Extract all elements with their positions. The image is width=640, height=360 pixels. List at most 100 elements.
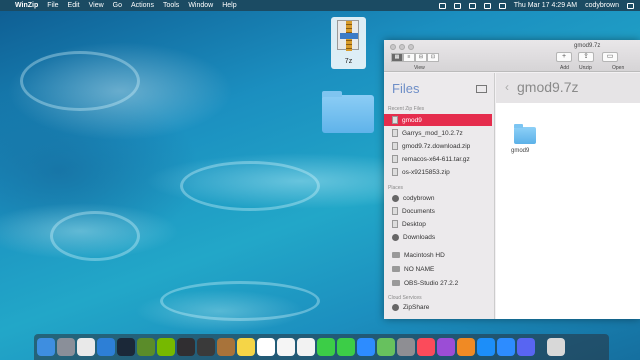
- open-button[interactable]: ▭: [602, 52, 618, 62]
- photos-dock-icon[interactable]: [297, 338, 315, 356]
- sidebar: Files Recent Zip Files gmod9 Garrys_mod_…: [384, 73, 495, 319]
- open-label: Open: [612, 65, 625, 71]
- place-item-documents[interactable]: Documents: [384, 205, 492, 217]
- place-item-downloads[interactable]: Downloads: [384, 231, 492, 243]
- archive-icon: [337, 20, 359, 51]
- obs-2-dock-icon[interactable]: [197, 338, 215, 356]
- close-button[interactable]: [390, 44, 396, 50]
- notes-dock-icon[interactable]: [237, 338, 255, 356]
- view-gallery-button[interactable]: ⊡: [427, 53, 439, 62]
- sidebar-header: Files: [392, 81, 420, 96]
- unzip-label: Unzip: [579, 65, 592, 71]
- menu-app-name[interactable]: WinZip: [15, 2, 38, 9]
- menu-window[interactable]: Window: [188, 2, 213, 9]
- control-center-icon[interactable]: [627, 2, 634, 9]
- launchpad-dock-icon[interactable]: [57, 338, 75, 356]
- menu-bar: WinZip File Edit View Go Actions Tools W…: [0, 0, 640, 11]
- cloud-item-zipshare[interactable]: ZipShare: [384, 301, 492, 313]
- wood-dock-icon[interactable]: [217, 338, 235, 356]
- place-item-home[interactable]: codybrown: [384, 192, 492, 204]
- discord-dock-icon[interactable]: [517, 338, 535, 356]
- place-item-label: codybrown: [403, 194, 435, 202]
- recent-item[interactable]: Garrys_mod_10.2.7z: [384, 127, 492, 139]
- menu-view[interactable]: View: [89, 2, 104, 9]
- home-icon: [392, 194, 399, 202]
- menu-go[interactable]: Go: [113, 2, 122, 9]
- disk-icon: [392, 280, 400, 286]
- recent-item[interactable]: gmod9.7z.download.zip: [384, 140, 492, 152]
- zoom-2-dock-icon[interactable]: [497, 338, 515, 356]
- menu-help[interactable]: Help: [222, 2, 236, 9]
- recent-item[interactable]: os-x9215853.zip: [384, 166, 492, 178]
- maps-dock-icon[interactable]: [377, 338, 395, 356]
- disk-icon: [392, 266, 400, 272]
- desktop-file-label: 7z: [344, 58, 353, 65]
- sidebar-toggle-icon[interactable]: [476, 85, 487, 93]
- zoom-dock-icon[interactable]: [357, 338, 375, 356]
- dock: [34, 334, 609, 360]
- menu-tools[interactable]: Tools: [163, 2, 179, 9]
- podcasts-dock-icon[interactable]: [437, 338, 455, 356]
- volume-item[interactable]: OBS-Studio 27.2.2: [384, 277, 492, 289]
- books-dock-icon[interactable]: [457, 338, 475, 356]
- status-icon[interactable]: [438, 2, 446, 9]
- volume-item[interactable]: Macintosh HD: [384, 249, 492, 261]
- minimize-button[interactable]: [399, 44, 405, 50]
- safari-dock-icon[interactable]: [97, 338, 115, 356]
- recent-item[interactable]: remacos-x64-611.tar.gz: [384, 153, 492, 165]
- menu-edit[interactable]: Edit: [68, 2, 80, 9]
- zip-file-icon: [392, 168, 398, 176]
- steam-dock-icon[interactable]: [117, 338, 135, 356]
- volume-item[interactable]: NO NAME: [384, 263, 492, 275]
- volume-item-label: NO NAME: [404, 265, 435, 273]
- window-toolbar: gmod9.7z ▦ ≡ ⊟ ⊡ View + Add ⇪ Unzip ▭ Op…: [384, 40, 640, 72]
- menu-actions[interactable]: Actions: [131, 2, 154, 9]
- recent-item[interactable]: gmod9: [384, 114, 492, 126]
- volume-item-label: Macintosh HD: [404, 251, 445, 259]
- view-mode-selector: ▦ ≡ ⊟ ⊡: [391, 53, 439, 62]
- back-chevron-icon[interactable]: ‹: [505, 80, 509, 94]
- desktop-7z-file[interactable]: 7z: [331, 17, 366, 69]
- zoom-button[interactable]: [408, 44, 414, 50]
- desktop-folder-icon[interactable]: [322, 91, 374, 133]
- trash-dock-icon[interactable]: [547, 338, 565, 356]
- wifi-icon[interactable]: [468, 2, 476, 9]
- path-bar: ‹ gmod9.7z: [496, 73, 640, 103]
- messages-dock-icon[interactable]: [317, 338, 335, 356]
- view-icons-button[interactable]: ▦: [391, 53, 403, 62]
- disk-icon: [392, 252, 400, 258]
- folder-icon: [514, 124, 536, 144]
- calendar-dock-icon[interactable]: [257, 338, 275, 356]
- wallpaper-swirl: [180, 161, 320, 211]
- minecraft-dock-icon[interactable]: [137, 338, 155, 356]
- battery-icon[interactable]: [498, 2, 506, 9]
- window-controls: [390, 44, 414, 50]
- place-item-label: Documents: [402, 207, 435, 215]
- bluetooth-icon[interactable]: [453, 2, 461, 9]
- volume-icon[interactable]: [483, 2, 491, 9]
- clock[interactable]: Thu Mar 17 4:29 AM: [514, 2, 577, 9]
- view-columns-button[interactable]: ⊟: [415, 53, 427, 62]
- music-dock-icon[interactable]: [417, 338, 435, 356]
- zip-file-icon: [392, 116, 398, 124]
- obs-dock-icon[interactable]: [177, 338, 195, 356]
- finder-dock-icon[interactable]: [37, 338, 55, 356]
- user-name[interactable]: codybrown: [585, 2, 619, 9]
- nvidia-dock-icon[interactable]: [157, 338, 175, 356]
- chrome-dock-icon[interactable]: [77, 338, 95, 356]
- wallpaper-swirl: [50, 211, 140, 261]
- menu-file[interactable]: File: [47, 2, 58, 9]
- reminders-dock-icon[interactable]: [277, 338, 295, 356]
- add-button[interactable]: +: [556, 52, 572, 62]
- view-list-button[interactable]: ≡: [403, 53, 415, 62]
- view-label: View: [414, 65, 425, 71]
- desktop-icon: [392, 220, 398, 228]
- system-prefs-dock-icon[interactable]: [397, 338, 415, 356]
- appstore-dock-icon[interactable]: [477, 338, 495, 356]
- facetime-dock-icon[interactable]: [337, 338, 355, 356]
- unzip-button[interactable]: ⇪: [578, 52, 594, 62]
- archive-content: ‹ gmod9.7z gmod9: [496, 73, 640, 319]
- place-item-desktop[interactable]: Desktop: [384, 218, 492, 230]
- zip-file-icon: [392, 155, 398, 163]
- section-places: Places: [388, 185, 404, 191]
